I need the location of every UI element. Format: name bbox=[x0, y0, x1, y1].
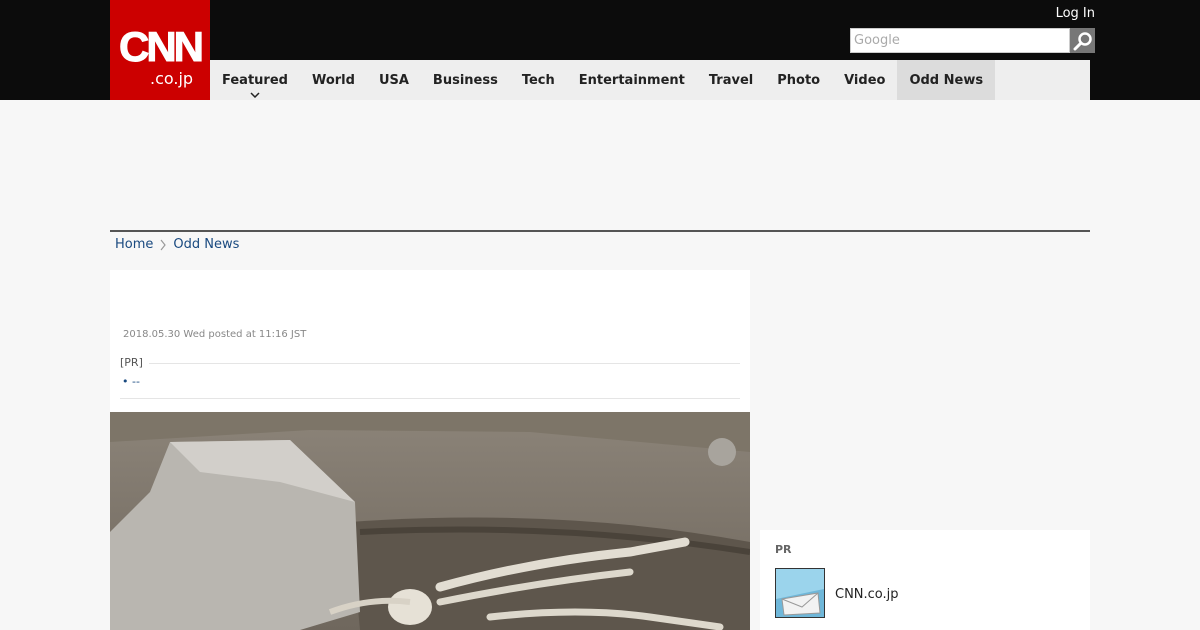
nav-item-photo[interactable]: Photo bbox=[765, 60, 832, 100]
pr-link-text: -- bbox=[132, 375, 140, 388]
article-card: 2018.05.30 Wed posted at 11:16 JST [PR] … bbox=[110, 270, 750, 630]
main-nav: Featured World USA Business Tech Enterta… bbox=[210, 60, 1090, 100]
nav-item-video[interactable]: Video bbox=[832, 60, 897, 100]
nav-item-featured[interactable]: Featured bbox=[210, 60, 300, 100]
pr-link[interactable]: • -- bbox=[122, 375, 140, 388]
nav-label: Odd News bbox=[909, 72, 984, 88]
breadcrumb-home[interactable]: Home bbox=[115, 237, 153, 252]
nav-item-usa[interactable]: USA bbox=[367, 60, 421, 100]
nav-label: Travel bbox=[708, 72, 754, 88]
search-icon bbox=[1073, 31, 1092, 50]
nav-item-entertainment[interactable]: Entertainment bbox=[567, 60, 697, 100]
login-link[interactable]: Log In bbox=[1056, 6, 1095, 21]
nav-label: Business bbox=[432, 72, 498, 88]
breadcrumb-current[interactable]: Odd News bbox=[173, 237, 239, 252]
nav-label: World bbox=[311, 72, 355, 88]
logo-text: CNN bbox=[119, 23, 205, 70]
cnn-logo[interactable]: CNN .co.jp bbox=[110, 0, 210, 100]
chevron-down-icon bbox=[250, 92, 260, 98]
sidebar-thumbnail[interactable] bbox=[775, 568, 825, 618]
nav-item-business[interactable]: Business bbox=[421, 60, 510, 100]
chevron-right-icon bbox=[160, 239, 167, 250]
nav-label: Photo bbox=[777, 72, 821, 88]
pr-label: [PR] bbox=[120, 356, 149, 369]
search-input[interactable] bbox=[850, 28, 1070, 53]
nav-item-odd-news[interactable]: Odd News bbox=[897, 60, 996, 100]
sidebar-pr-card: PR CNN.co.jp bbox=[760, 530, 1090, 630]
nav-label: Entertainment bbox=[578, 72, 685, 88]
logo-domain: .co.jp bbox=[150, 69, 194, 88]
nav-label: Featured bbox=[222, 72, 288, 88]
search-button[interactable] bbox=[1070, 28, 1095, 53]
article-photo bbox=[110, 412, 750, 630]
ad-divider bbox=[110, 230, 1090, 232]
nav-label: USA bbox=[378, 72, 409, 88]
breadcrumb: Home Odd News bbox=[115, 237, 239, 252]
nav-item-world[interactable]: World bbox=[300, 60, 367, 100]
sidebar-item-label[interactable]: CNN.co.jp bbox=[835, 587, 899, 602]
nav-item-travel[interactable]: Travel bbox=[697, 60, 765, 100]
sidebar-pr-label: PR bbox=[775, 543, 792, 556]
nav-label: Tech bbox=[521, 72, 555, 88]
envelope-icon bbox=[776, 569, 824, 617]
article-dateline: 2018.05.30 Wed posted at 11:16 JST bbox=[123, 329, 307, 340]
pr-box: [PR] • -- bbox=[120, 356, 740, 399]
nav-item-tech[interactable]: Tech bbox=[510, 60, 567, 100]
nav-label: Video bbox=[844, 72, 886, 88]
